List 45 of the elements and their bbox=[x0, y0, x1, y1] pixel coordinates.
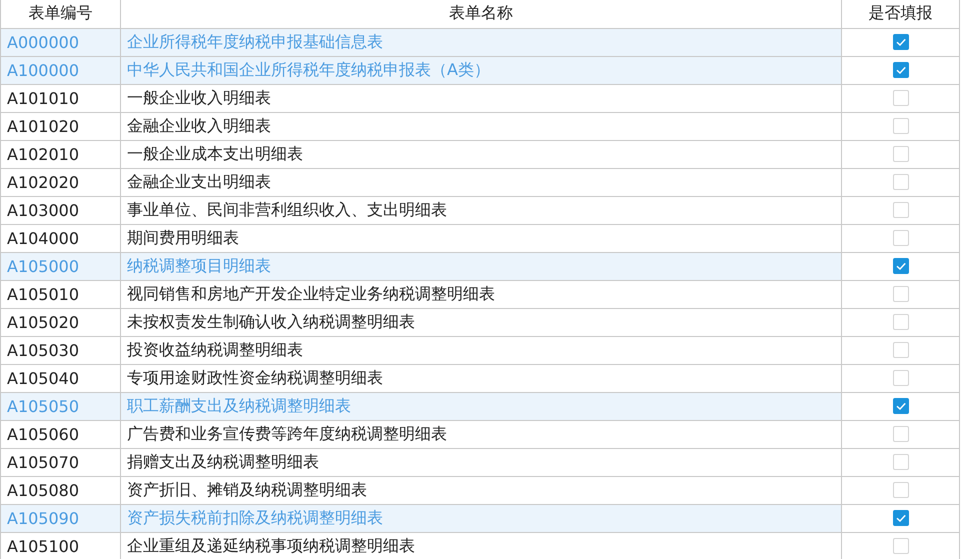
table-cell: A104000 bbox=[0, 224, 120, 252]
table-cell: A105060 bbox=[0, 420, 120, 448]
checkbox[interactable] bbox=[892, 398, 908, 414]
checkbox[interactable] bbox=[892, 258, 908, 274]
table-cell: 职工薪酬支出及纳税调整明细表 bbox=[120, 392, 842, 420]
table-cell: A102010 bbox=[0, 140, 120, 168]
checkbox[interactable] bbox=[892, 62, 908, 78]
table-cell: 金融企业支出明细表 bbox=[120, 168, 842, 196]
table-cell: A102020 bbox=[0, 168, 120, 196]
table-cell: 金融企业收入明细表 bbox=[120, 112, 842, 140]
table-cell: 捐赠支出及纳税调整明细表 bbox=[120, 448, 842, 476]
table-cell: 未按权责发生制确认收入纳税调整明细表 bbox=[120, 308, 842, 336]
table-cell: A100000 bbox=[0, 56, 120, 84]
table-cell: 期间费用明细表 bbox=[120, 224, 842, 252]
table-cell: 专项用途财政性资金纳税调整明细表 bbox=[120, 364, 842, 392]
table-cell: A105090 bbox=[0, 504, 120, 532]
table-cell: 事业单位、民间非营利组织收入、支出明细表 bbox=[120, 196, 842, 224]
column-header: 表单编号 bbox=[0, 0, 120, 28]
table-cell: 中华人民共和国企业所得税年度纳税申报表（A类） bbox=[120, 56, 842, 84]
table-cell: A103000 bbox=[0, 196, 120, 224]
table-cell: 一般企业成本支出明细表 bbox=[120, 140, 842, 168]
table-cell: A105030 bbox=[0, 336, 120, 364]
table-cell: 广告费和业务宣传费等跨年度纳税调整明细表 bbox=[120, 420, 842, 448]
table-cell: A105040 bbox=[0, 364, 120, 392]
column-header: 表单名称 bbox=[120, 0, 842, 28]
table-cell: A105010 bbox=[0, 280, 120, 308]
table-cell: 资产损失税前扣除及纳税调整明细表 bbox=[120, 504, 842, 532]
table-cell: A101020 bbox=[0, 112, 120, 140]
column-header: 是否填报 bbox=[842, 0, 960, 28]
table-cell: A105000 bbox=[0, 252, 120, 280]
table-cell: 投资收益纳税调整明细表 bbox=[120, 336, 842, 364]
table-cell: A105020 bbox=[0, 308, 120, 336]
table-cell: 企业所得税年度纳税申报基础信息表 bbox=[120, 28, 842, 56]
table-cell: A105080 bbox=[0, 476, 120, 504]
table-cell: 一般企业收入明细表 bbox=[120, 84, 842, 112]
table-cell: 资产折旧、摊销及纳税调整明细表 bbox=[120, 476, 842, 504]
checkbox[interactable] bbox=[892, 510, 908, 526]
table-cell: 纳税调整项目明细表 bbox=[120, 252, 842, 280]
checkbox[interactable] bbox=[892, 34, 908, 50]
table-cell: A105100 bbox=[0, 532, 120, 559]
table-cell: A105050 bbox=[0, 392, 120, 420]
table-cell: A000000 bbox=[0, 28, 120, 56]
table-cell: 视同销售和房地产开发企业特定业务纳税调整明细表 bbox=[120, 280, 842, 308]
table-cell: A105070 bbox=[0, 448, 120, 476]
table-cell: A101010 bbox=[0, 84, 120, 112]
